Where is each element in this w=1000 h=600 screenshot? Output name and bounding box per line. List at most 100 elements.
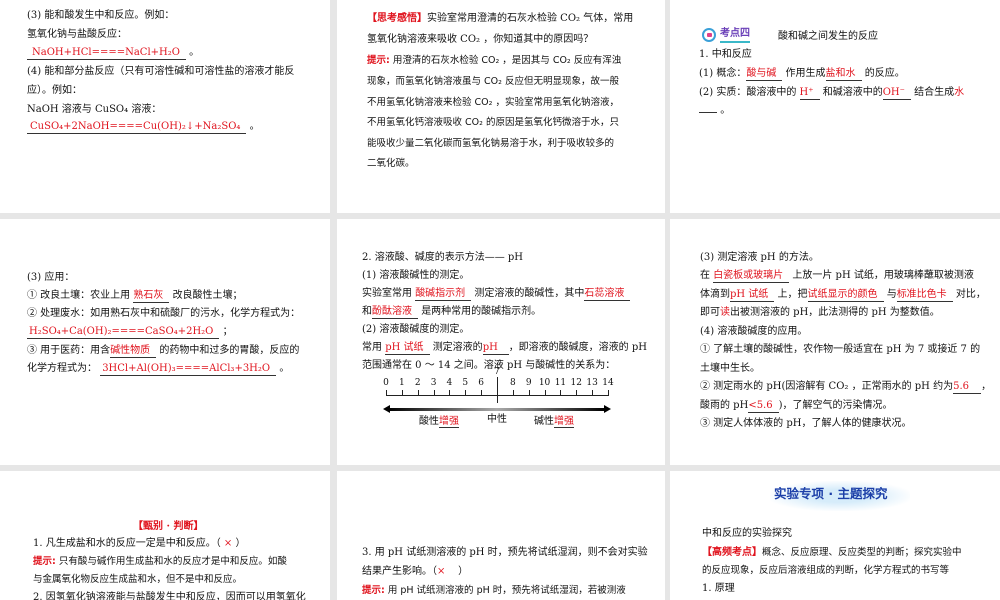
label: 和碱溶液中的: [822, 87, 883, 98]
hint-text: 只有酸与碱作用生成盐和水的反应才是中和反应。如酸: [58, 556, 287, 567]
scale-tick-label: 9: [525, 378, 532, 388]
text-line: 在 白瓷板或玻璃片 上放一片 pH 试纸，用玻璃棒蘸取被测液: [700, 269, 974, 283]
base-label: 碱性增强: [534, 415, 574, 429]
text-line: ② 处理废水：如用熟石灰中和硫酸厂的污水，化学方程式为：: [27, 308, 301, 319]
answer-blank: CuSO₄+2NaOH====Cu(OH)₂↓+Na₂SO₄: [27, 121, 247, 134]
text-line: 的反应现象，反应后溶液组成的判断，化学方程式的书写等: [702, 565, 950, 576]
label: 上，把: [777, 289, 808, 300]
slide-ph-measure: (3) 测定溶液 pH 的方法。 在 白瓷板或玻璃片 上放一片 pH 试纸，用玻…: [670, 219, 1000, 465]
text-line: 体滴到pH 试纸 上，把试纸显示的颜色 与标准比色卡 对比，: [700, 288, 986, 302]
label: 的药物中和过多的胃酸，反应的: [159, 345, 300, 356]
hint-line: 提示: 用澄清的石灰水检验 CO₂ ，是因其与 CO₂ 反应有浑浊: [367, 54, 621, 68]
answer-blank: 酸与碱: [746, 68, 783, 81]
arrow-left-icon: [383, 405, 390, 413]
question-line: 1. 凡生成盐和水的反应一定是中和反应。（ × ）: [33, 537, 246, 551]
section-badge: 考点四: [720, 27, 750, 43]
equation-line: NaOH+HCl====NaCl+H₂O 。: [27, 46, 199, 60]
punct: ）: [235, 538, 246, 549]
thinking-tag: 【思考感悟】: [367, 13, 427, 24]
answer-blank: 碱性物质: [110, 345, 157, 358]
answer-blank: 读: [720, 307, 730, 318]
judgment-title: 【甄别 · 判断】: [133, 521, 204, 532]
answer-blank: pH 试纸: [730, 289, 775, 302]
text-line: (2) 实质：酸溶液中的 H⁺ 和碱溶液中的OH⁻ 结合生成水: [699, 86, 964, 100]
scale-tick-label: 2: [414, 378, 421, 388]
answer-blank: H⁺: [799, 87, 820, 100]
label: 体滴到: [700, 289, 730, 300]
slide-neutralization: 考点四 酸和碱之间发生的反应 1. 中和反应 (1) 概念：酸与碱 作用生成盐和…: [670, 0, 1000, 213]
label: ② 测定雨水的 pH(因溶解有 CO₂ ，正常雨水的 pH 约为: [700, 381, 954, 392]
text-line: ③ 用于医药：用含碱性物质 的药物中和过多的胃酸，反应的: [27, 344, 299, 358]
question-text: 1. 凡生成盐和水的反应一定是中和反应。（: [33, 538, 221, 549]
scale-tick-label: 5: [462, 378, 469, 388]
text-line: 中和反应的实验探究: [702, 528, 792, 539]
label: ③ 用于医药：用含: [27, 345, 111, 356]
text-line: (4) 溶液酸碱度的应用。: [700, 326, 808, 337]
arrow-right-icon: [604, 405, 611, 413]
answer-blank: 水: [954, 87, 965, 98]
scale-tick: [528, 390, 530, 396]
scale-tick-label: 14: [602, 378, 614, 388]
label: )，了解空气的污染情况。: [778, 400, 893, 411]
answer-blank: 标准比色卡: [896, 289, 953, 302]
label: 的反应。: [864, 68, 905, 79]
text-line: (3) 测定溶液 pH 的方法。: [700, 252, 819, 263]
punct: 。: [189, 47, 200, 58]
slide-judgment: 【甄别 · 判断】 1. 凡生成盐和水的反应一定是中和反应。（ × ） 提示: …: [0, 471, 330, 600]
answer-blank: 熟石灰: [133, 290, 170, 303]
equation-line: H₂SO₄+Ca(OH)₂====CaSO₄+2H₂O ；: [27, 325, 233, 339]
scale-tick: [544, 390, 546, 396]
answer-blank: 5.6: [953, 381, 982, 394]
scale-arrow: [389, 408, 605, 411]
question-text: 实验室常用澄清的石灰水检验 CO₂ 气体，常用: [427, 13, 634, 24]
text-line: (3) 能和酸发生中和反应。例如：: [27, 10, 175, 21]
punct: 。: [720, 105, 731, 116]
label: 酸性: [419, 416, 439, 427]
label: (1) 概念：: [699, 68, 747, 79]
text-line: 化学方程式为： 3HCl+Al(OH)₃====AlCl₃+3H₂O 。: [27, 362, 289, 376]
ph-scale: 酸性增强 中性 碱性增强 0 1 2 3 4 5 6 7 8 9 10 11 12 13 14: [337, 219, 665, 465]
text-line: (4) 能和部分盐反应（只有可溶性碱和可溶性盐的溶液才能反: [27, 66, 295, 77]
section-title: 酸和碱之间发生的反应: [778, 31, 878, 42]
label: ，: [981, 381, 992, 392]
label: (2) 实质：酸溶液中的: [699, 87, 797, 98]
equation-line: CuSO₄+2NaOH====Cu(OH)₂↓+Na₂SO₄ 。: [27, 120, 260, 134]
text-line: 1. 中和反应: [699, 49, 752, 60]
scale-tick: [465, 390, 467, 396]
label: 即可: [700, 307, 720, 318]
punct: 。: [249, 121, 260, 132]
scale-tick: [433, 390, 435, 396]
punct: 。: [279, 363, 290, 374]
hint-label: 提示:: [33, 556, 56, 567]
banner-title: 实验专项 · 主题探究: [774, 486, 888, 501]
scale-tick-label: 10: [538, 378, 551, 388]
scale-tick-label: 4: [446, 378, 453, 388]
question-line: 【思考感悟】实验室常用澄清的石灰水检验 CO₂ 气体，常用: [367, 12, 633, 26]
scale-tick-label: 11: [554, 378, 567, 388]
label: 改良酸性土壤；: [172, 290, 243, 301]
label: 对比，: [955, 289, 986, 300]
wrong-mark: ×: [223, 538, 233, 549]
text-line: ③ 测定人体体液的 pH，了解人体的健康状况。: [700, 418, 912, 429]
slide-ph-method: 2. 溶液酸、碱度的表示方法—— pH (1) 溶液酸碱性的测定。 实验室常用 …: [337, 219, 665, 465]
answer-blank: OH⁻: [882, 87, 911, 100]
scale-tick-label: 12: [570, 378, 583, 388]
hint-text: 现象，而氢氧化钠溶液虽与 CO₂ 反应但无明显现象，故一般: [367, 76, 619, 87]
scale-tick: [449, 390, 451, 396]
question-text: 结果产生影响。（: [362, 566, 437, 577]
text-line: ② 测定雨水的 pH(因溶解有 CO₂ ，正常雨水的 pH 约为5.6，: [700, 380, 991, 394]
text-line: 1. 原理: [702, 583, 735, 594]
question-text: 2. 因氢氧化钠溶液能与盐酸发生中和反应，因而可以用氢氧化: [33, 592, 306, 600]
label: 作用生成: [785, 68, 826, 79]
scale-tick-label: 7: [494, 367, 500, 377]
scale-tick: [512, 390, 514, 396]
slide-experiment: 实验专项 · 主题探究 中和反应的实验探究 【高频考点】概念、反应原理、反应类型…: [670, 471, 1000, 600]
hint-label: 提示:: [367, 55, 390, 66]
hint-text: 用 pH 试纸测溶液的 pH 时，预先将试纸湿润，若被测液: [387, 585, 626, 596]
scale-tick: [592, 390, 594, 396]
slide-ph-judgment: 3. 用 pH 试纸测溶液的 pH 时，预先将试纸湿润，则不会对实验 结果产生影…: [337, 471, 665, 600]
label: 结合生成: [914, 87, 955, 98]
hint-text: 用澄清的石灰水检验 CO₂ ，是因其与 CO₂ 反应有浑浊: [392, 55, 622, 66]
answer-blank: 增强: [439, 416, 459, 428]
text-line: 。: [699, 104, 730, 118]
